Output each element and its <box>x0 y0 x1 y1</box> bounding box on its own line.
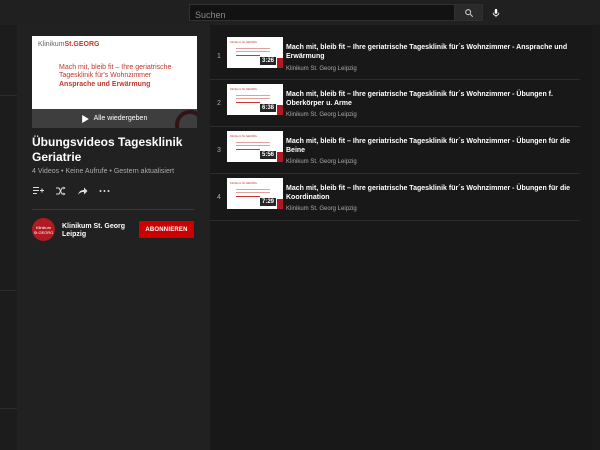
shuffle-icon <box>55 186 65 196</box>
video-index: 4 <box>217 194 221 201</box>
video-list-item[interactable]: 2 Klinikum St.GEORG 6:38 Mach mit, bleib… <box>210 80 580 127</box>
video-channel[interactable]: Klinikum St. Georg Leipzig <box>286 66 357 72</box>
thumbnail-subtitle: Ansprache und Erwärmung <box>59 81 151 88</box>
video-list-item[interactable]: 3 Klinikum St.GEORG 5:56 Mach mit, bleib… <box>210 127 580 174</box>
add-to-queue-icon <box>32 187 44 194</box>
search-input[interactable] <box>190 7 454 23</box>
guide-divider <box>0 408 17 409</box>
page-scrollbar[interactable] <box>592 25 600 450</box>
share-button[interactable] <box>76 185 88 197</box>
video-thumbnail[interactable]: Klinikum St.GEORG 7:29 <box>227 178 283 209</box>
playlist-sidebar: KlinikumSt.GEORG Mach mit, bleib fit – I… <box>17 25 210 450</box>
video-index: 3 <box>217 147 221 154</box>
video-thumbnail[interactable]: Klinikum St.GEORG 5:56 <box>227 131 283 162</box>
guide-collapsed <box>0 25 17 450</box>
video-thumbnail[interactable]: Klinikum St.GEORG 6:38 <box>227 84 283 115</box>
channel-avatar[interactable]: Klinikum St.GEORG <box>32 218 55 241</box>
playlist-title: Übungsvideos Tagesklinik Geriatrie <box>32 135 183 164</box>
video-channel[interactable]: Klinikum St. Georg Leipzig <box>286 112 357 118</box>
video-title[interactable]: Mach mit, bleib fit – Ihre geriatrische … <box>286 184 576 202</box>
guide-divider <box>0 290 17 291</box>
playlist-video-list: 1 Klinikum St.GEORG 3:26 Mach mit, bleib… <box>210 25 600 450</box>
video-title[interactable]: Mach mit, bleib fit – Ihre geriatrische … <box>286 43 576 61</box>
video-index: 2 <box>217 100 221 107</box>
play-icon <box>81 114 89 123</box>
share-icon <box>77 187 87 195</box>
add-to-queue-button[interactable] <box>32 185 44 197</box>
shuffle-button[interactable] <box>54 185 66 197</box>
video-thumbnail[interactable]: Klinikum St.GEORG 3:26 <box>227 37 283 68</box>
video-duration: 6:38 <box>259 104 276 112</box>
thumbnail-logo: KlinikumSt.GEORG <box>38 41 100 48</box>
play-all-button[interactable]: Alle wiedergeben <box>32 109 197 128</box>
video-title[interactable]: Mach mit, bleib fit – Ihre geriatrische … <box>286 137 576 155</box>
video-title[interactable]: Mach mit, bleib fit – Ihre geriatrische … <box>286 90 576 108</box>
search-icon <box>464 8 473 17</box>
mic-icon <box>492 8 499 17</box>
search-button[interactable] <box>454 4 483 21</box>
playlist-actions <box>32 185 110 197</box>
video-duration: 3:26 <box>259 57 276 65</box>
video-duration: 5:56 <box>259 151 276 159</box>
video-list-item[interactable]: 4 Klinikum St.GEORG 7:29 Mach mit, bleib… <box>210 174 580 221</box>
sidebar-divider <box>32 209 194 210</box>
masthead <box>0 0 600 25</box>
play-all-label: Alle wiedergeben <box>93 115 148 122</box>
subscribe-button[interactable]: ABONNIEREN <box>139 221 194 238</box>
playlist-stats: 4 Videos • Keine Aufrufe • Gestern aktua… <box>32 168 175 175</box>
video-duration: 7:29 <box>259 198 276 206</box>
more-icon <box>99 190 109 192</box>
search-box[interactable] <box>189 4 454 23</box>
voice-search-button[interactable] <box>487 4 504 21</box>
video-channel[interactable]: Klinikum St. Georg Leipzig <box>286 159 357 165</box>
video-index: 1 <box>217 53 221 60</box>
video-list-item[interactable]: 1 Klinikum St.GEORG 3:26 Mach mit, bleib… <box>210 33 580 80</box>
thumbnail-text: Mach mit, bleib fit – Ihre geriatrische … <box>59 64 172 79</box>
guide-divider <box>0 95 17 96</box>
channel-name[interactable]: Klinikum St. Georg Leipzig <box>62 223 132 239</box>
more-actions-button[interactable] <box>98 185 110 197</box>
video-channel[interactable]: Klinikum St. Georg Leipzig <box>286 206 357 212</box>
